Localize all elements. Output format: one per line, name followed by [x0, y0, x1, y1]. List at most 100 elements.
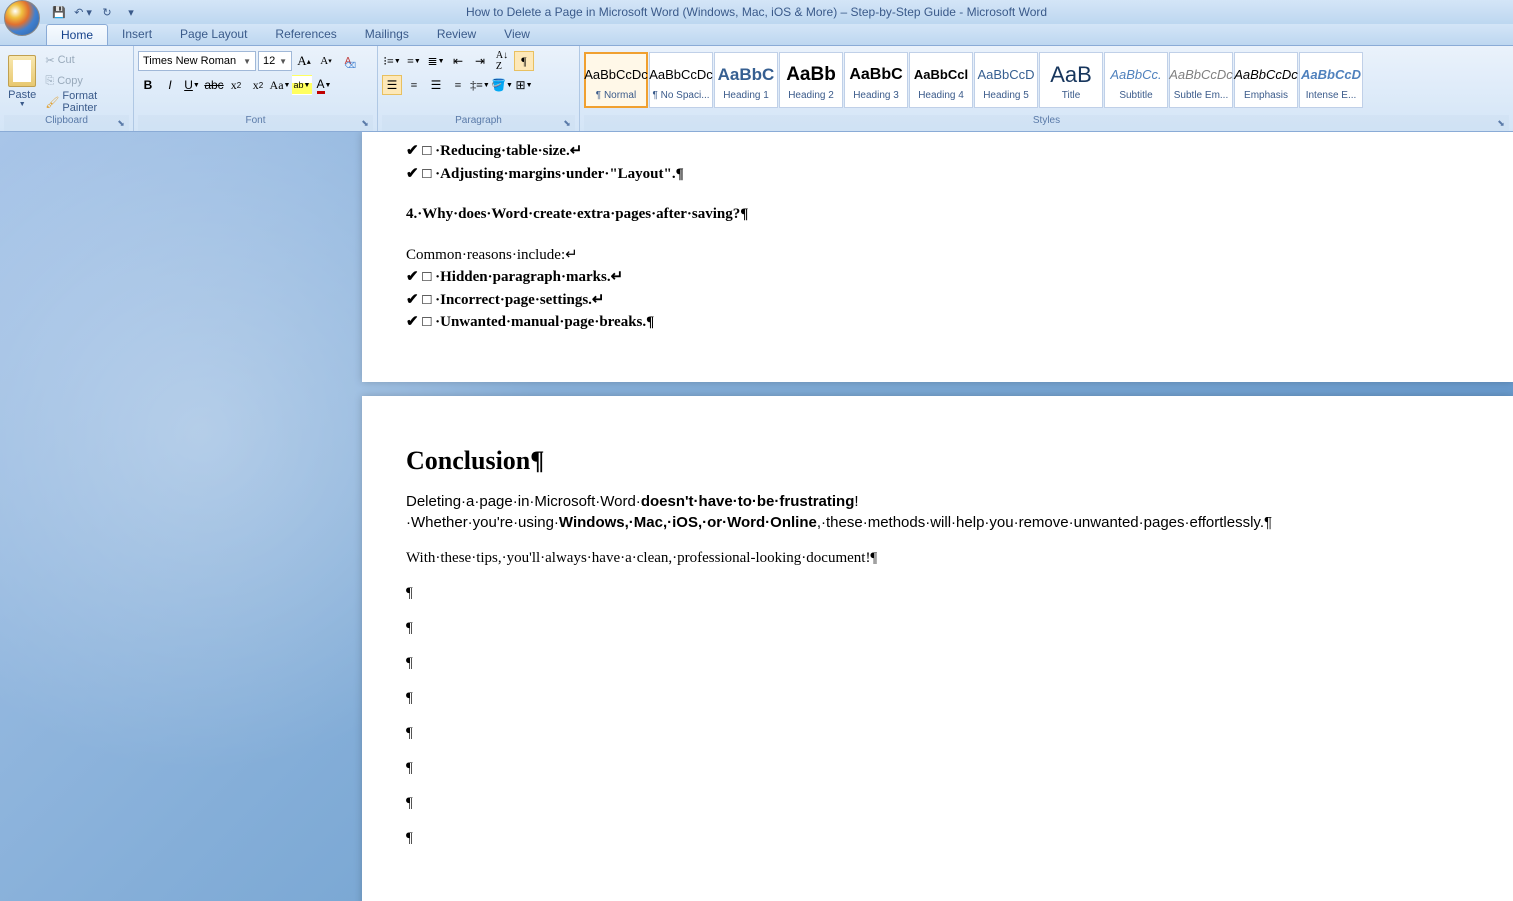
style-subtitle[interactable]: AaBbCc.Subtitle [1104, 52, 1168, 108]
tab-view[interactable]: View [490, 24, 544, 45]
shading-button[interactable]: 🪣▼ [492, 75, 512, 95]
multilevel-list-button[interactable]: ≣▼ [426, 51, 446, 71]
cut-button[interactable]: ✂Cut [42, 50, 129, 70]
document-line[interactable]: ✔ □ ·Adjusting·margins·under·"Layout".¶ [406, 165, 1469, 185]
empty-paragraph-mark[interactable]: ¶ [406, 725, 1469, 742]
clipboard-group: Paste ▼ ✂Cut ⎘Copy 🖌Format Painter Clipb… [0, 46, 134, 131]
style-intense-e-[interactable]: AaBbCcDIntense E... [1299, 52, 1363, 108]
format-painter-icon: 🖌 [45, 96, 59, 109]
justify-button[interactable]: ≡ [448, 75, 468, 95]
paragraph-group: ⁝≡▼ ≡▼ ≣▼ ⇤ ⇥ A↓Z ¶ ☰ ≡ ☰ ≡ ‡≡▼ 🪣▼ ⊞▼ Pa… [378, 46, 580, 131]
font-label: Font⬊ [138, 115, 373, 131]
align-right-button[interactable]: ☰ [426, 75, 446, 95]
paste-icon [8, 55, 36, 87]
style-heading-3[interactable]: AaBbCHeading 3 [844, 52, 908, 108]
paragraph-launcher-icon[interactable]: ⬊ [561, 118, 573, 130]
style-emphasis[interactable]: AaBbCcDcEmphasis [1234, 52, 1298, 108]
document-line[interactable]: ✔ □ ·Hidden·paragraph·marks.↵ [406, 268, 1469, 288]
bold-button[interactable]: B [138, 75, 158, 95]
copy-button[interactable]: ⎘Copy [42, 71, 129, 91]
office-button[interactable] [4, 0, 42, 38]
format-painter-button[interactable]: 🖌Format Painter [42, 92, 129, 112]
show-hide-button[interactable]: ¶ [514, 51, 534, 71]
styles-group: AaBbCcDc¶ NormalAaBbCcDc¶ No Spaci...AaB… [580, 46, 1513, 131]
document-line[interactable]: ✔ □ ·Incorrect·page·settings.↵ [406, 291, 1469, 311]
highlight-button[interactable]: ab▼ [292, 75, 312, 95]
style--no-spaci-[interactable]: AaBbCcDc¶ No Spaci... [649, 52, 713, 108]
styles-gallery[interactable]: AaBbCcDc¶ NormalAaBbCcDc¶ No Spaci...AaB… [584, 52, 1364, 110]
tab-home[interactable]: Home [46, 24, 108, 45]
styles-label: Styles⬊ [584, 115, 1509, 131]
styles-launcher-icon[interactable]: ⬊ [1495, 118, 1507, 130]
clear-formatting-button[interactable]: A⌫ [338, 51, 358, 71]
shrink-font-button[interactable]: A▾ [316, 51, 336, 71]
document-area[interactable]: ✔ □ ·Reducing·table·size.↵ ✔ □ ·Adjusting… [0, 132, 1513, 901]
change-case-button[interactable]: Aa▼ [270, 75, 290, 95]
save-icon[interactable]: 💾 [48, 2, 70, 22]
redo-icon[interactable]: ↻ [96, 2, 118, 22]
qat-customize-icon[interactable]: ▾ [120, 2, 142, 22]
document-line[interactable]: ✔ □ ·Reducing·table·size.↵ [406, 142, 1469, 162]
subscript-button[interactable]: x2 [226, 75, 246, 95]
underline-button[interactable]: U ▼ [182, 75, 202, 95]
conclusion-heading[interactable]: Conclusion¶ [406, 446, 1469, 476]
tab-mailings[interactable]: Mailings [351, 24, 423, 45]
document-line[interactable] [406, 187, 1469, 202]
increase-indent-button[interactable]: ⇥ [470, 51, 490, 71]
decrease-indent-button[interactable]: ⇤ [448, 51, 468, 71]
font-color-button[interactable]: A▼ [314, 75, 334, 95]
align-left-button[interactable]: ☰ [382, 75, 402, 95]
empty-paragraph-mark[interactable]: ¶ [406, 690, 1469, 707]
title-bar: 💾 ↶ ▾ ↻ ▾ How to Delete a Page in Micros… [0, 0, 1513, 24]
font-name-combo[interactable]: Times New Roman▼ [138, 51, 256, 71]
clipboard-label: Clipboard⬊ [4, 115, 129, 131]
font-size-combo[interactable]: 12▼ [258, 51, 292, 71]
style-heading-4[interactable]: AaBbCclHeading 4 [909, 52, 973, 108]
numbering-button[interactable]: ≡▼ [404, 51, 424, 71]
line-spacing-button[interactable]: ‡≡▼ [470, 75, 490, 95]
strikethrough-button[interactable]: abc [204, 75, 224, 95]
style--normal[interactable]: AaBbCcDc¶ Normal [584, 52, 648, 108]
paragraph-label: Paragraph⬊ [382, 115, 575, 131]
align-center-button[interactable]: ≡ [404, 75, 424, 95]
empty-paragraph-mark[interactable]: ¶ [406, 760, 1469, 777]
clipboard-launcher-icon[interactable]: ⬊ [115, 118, 127, 130]
empty-paragraph-mark[interactable]: ¶ [406, 655, 1469, 672]
undo-icon[interactable]: ↶ ▾ [72, 2, 94, 22]
empty-paragraph-mark[interactable]: ¶ [406, 585, 1469, 602]
empty-paragraph-mark[interactable]: ¶ [406, 795, 1469, 812]
style-heading-2[interactable]: AaBbHeading 2 [779, 52, 843, 108]
window-title: How to Delete a Page in Microsoft Word (… [466, 5, 1047, 19]
sort-button[interactable]: A↓Z [492, 51, 512, 71]
borders-button[interactable]: ⊞▼ [514, 75, 534, 95]
font-launcher-icon[interactable]: ⬊ [359, 118, 371, 130]
document-line[interactable] [406, 228, 1469, 243]
ribbon-tabs: HomeInsertPage LayoutReferencesMailingsR… [0, 24, 1513, 46]
style-heading-5[interactable]: AaBbCcDHeading 5 [974, 52, 1038, 108]
tab-review[interactable]: Review [423, 24, 490, 45]
grow-font-button[interactable]: A▴ [294, 51, 314, 71]
cut-icon: ✂ [45, 54, 54, 67]
style-subtle-em-[interactable]: AaBbCcDcSubtle Em... [1169, 52, 1233, 108]
font-group: Times New Roman▼ 12▼ A▴ A▾ A⌫ B I U ▼ ab… [134, 46, 378, 131]
superscript-button[interactable]: x2 [248, 75, 268, 95]
tab-insert[interactable]: Insert [108, 24, 166, 45]
empty-paragraph-mark[interactable]: ¶ [406, 620, 1469, 637]
style-title[interactable]: AaBTitle [1039, 52, 1103, 108]
paste-button[interactable]: Paste ▼ [4, 48, 40, 114]
tab-references[interactable]: References [261, 24, 350, 45]
bullets-button[interactable]: ⁝≡▼ [382, 51, 402, 71]
document-paragraph[interactable]: Deleting·a·page·in·Microsoft·Word·doesn'… [406, 492, 1469, 533]
document-line[interactable]: 4.·Why·does·Word·create·extra·pages·afte… [406, 205, 1469, 225]
document-page[interactable]: ✔ □ ·Reducing·table·size.↵ ✔ □ ·Adjusting… [362, 132, 1513, 382]
copy-icon: ⎘ [45, 75, 54, 88]
empty-paragraph-mark[interactable]: ¶ [406, 830, 1469, 847]
style-heading-1[interactable]: AaBbCHeading 1 [714, 52, 778, 108]
document-line[interactable]: Common·reasons·include:↵ [406, 246, 1469, 266]
document-paragraph[interactable]: With·these·tips,·you'll·always·have·a·cl… [406, 549, 1469, 569]
italic-button[interactable]: I [160, 75, 180, 95]
quick-access-toolbar: 💾 ↶ ▾ ↻ ▾ [48, 0, 142, 24]
document-line[interactable]: ✔ □ ·Unwanted·manual·page·breaks.¶ [406, 313, 1469, 333]
document-page[interactable]: Conclusion¶ Deleting·a·page·in·Microsoft·… [362, 396, 1513, 901]
tab-page-layout[interactable]: Page Layout [166, 24, 261, 45]
